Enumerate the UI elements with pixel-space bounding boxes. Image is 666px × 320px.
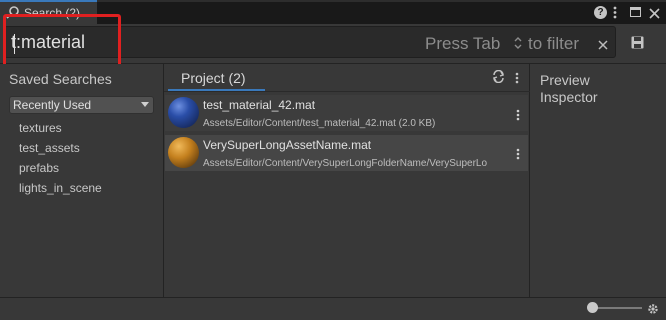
search-hint-press-tab: Press Tab	[425, 34, 501, 53]
save-icon[interactable]	[631, 36, 644, 49]
highlight-annotation	[3, 14, 121, 67]
preview-inspector-title-line1: Preview	[540, 72, 590, 88]
zoom-slider-track[interactable]	[594, 307, 642, 309]
preview-inspector-title-line2: Inspector	[540, 89, 598, 105]
zoom-slider-handle[interactable]	[587, 302, 598, 313]
saved-search-item[interactable]: test_assets	[19, 141, 80, 155]
result-path: Assets/Editor/Content/test_material_42.m…	[203, 118, 436, 129]
saved-search-item[interactable]: textures	[19, 121, 62, 135]
material-thumbnail-blue	[168, 97, 199, 128]
result-name: VerySuperLongAssetName.mat	[203, 138, 372, 152]
dropdown-selected-value: Recently Used	[13, 98, 92, 112]
search-hint-to-filter: to filter	[528, 34, 580, 53]
help-icon[interactable]: ?	[594, 6, 607, 19]
close-icon[interactable]	[649, 6, 660, 19]
clear-icon[interactable]	[598, 37, 608, 50]
menu-dots-icon[interactable]	[613, 6, 617, 19]
status-bar	[0, 297, 666, 319]
material-thumbnail-orange	[168, 137, 199, 168]
title-bar-strip	[97, 0, 666, 2]
tab-filter-icon	[513, 36, 523, 50]
refresh-icon[interactable]	[492, 69, 505, 84]
tab-project[interactable]: Project (2)	[181, 70, 246, 86]
saved-search-item[interactable]: lights_in_scene	[19, 181, 102, 195]
gear-icon[interactable]	[647, 302, 659, 314]
chevron-down-icon	[141, 102, 149, 107]
maximize-icon[interactable]	[630, 7, 641, 17]
result-name: test_material_42.mat	[203, 98, 316, 112]
saved-searches-title: Saved Searches	[9, 71, 112, 87]
result-path: Assets/Editor/Content/VerySuperLongFolde…	[203, 158, 488, 169]
saved-search-item[interactable]: prefabs	[19, 161, 59, 175]
results-header-divider	[164, 91, 530, 92]
row-menu-icon[interactable]	[516, 108, 520, 121]
results-menu-icon[interactable]	[515, 71, 519, 84]
row-menu-icon[interactable]	[516, 147, 520, 160]
